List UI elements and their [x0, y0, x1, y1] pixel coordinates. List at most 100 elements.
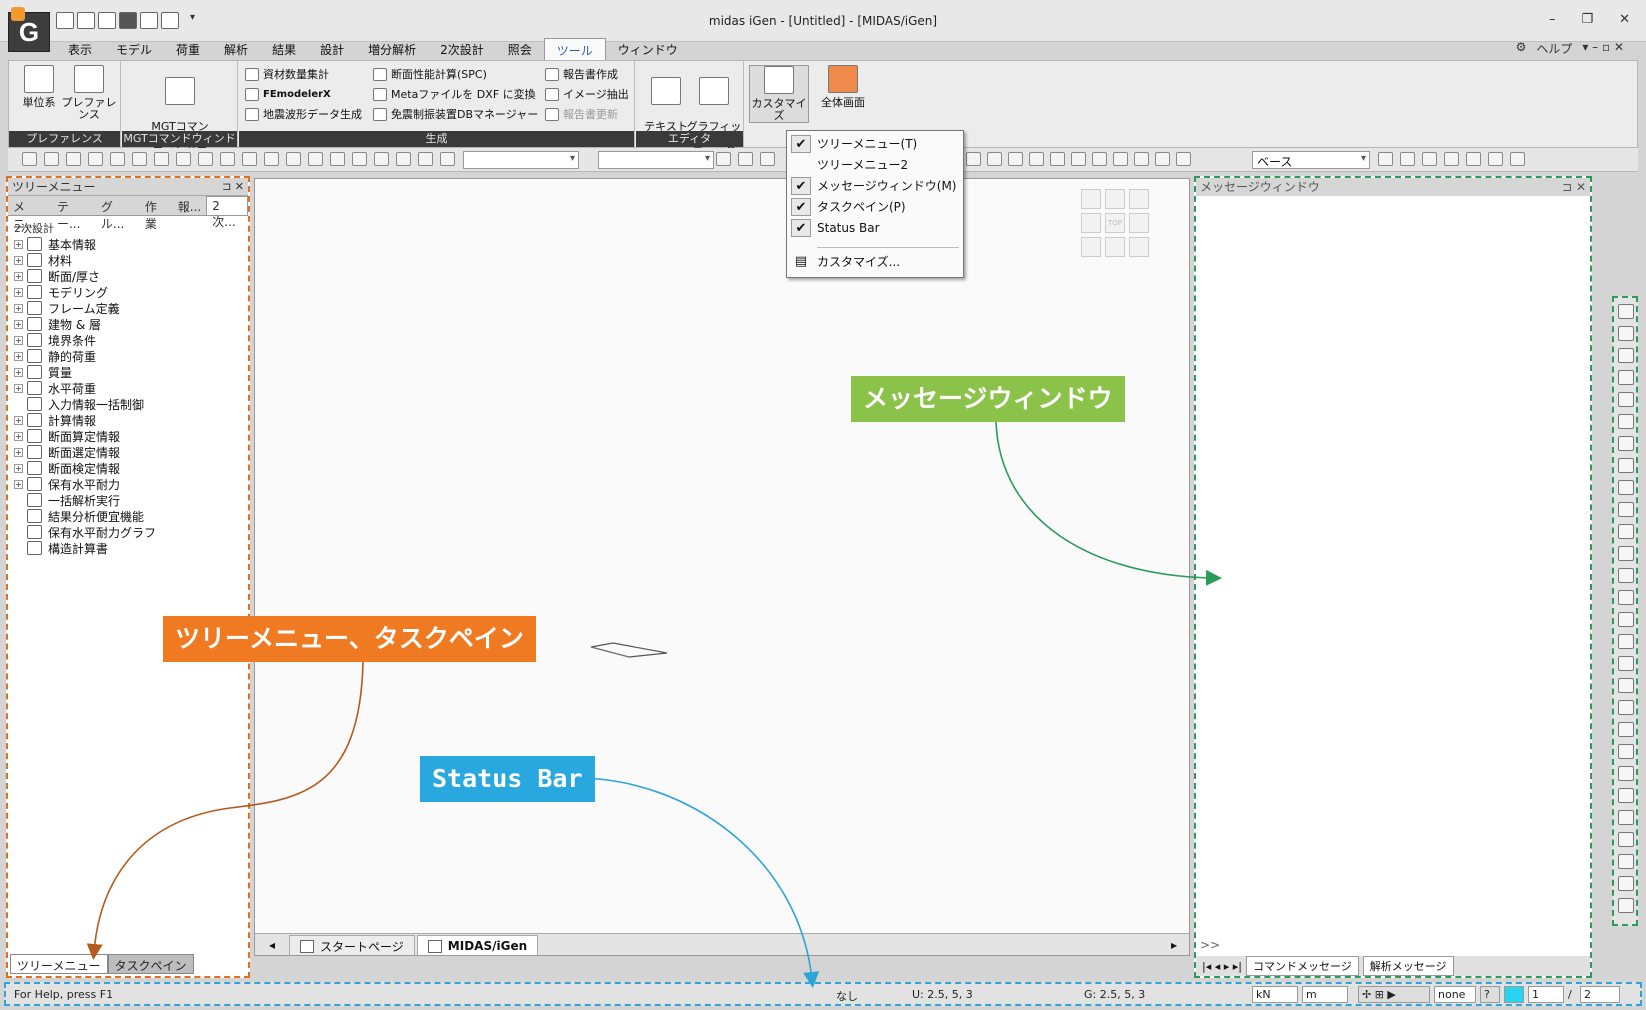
toolbar-tool-icon[interactable]: [1400, 152, 1415, 166]
view-tool-icon[interactable]: [1618, 524, 1634, 539]
tree-item[interactable]: +構造計算書: [14, 540, 248, 556]
customize-menu-item[interactable]: ツリーメニュー2: [789, 154, 961, 175]
view-tool-icon[interactable]: [1618, 612, 1634, 627]
view-tool-icon[interactable]: [1618, 744, 1634, 759]
tree-item[interactable]: +結果分析便宜機能: [14, 508, 248, 524]
menu-tab-4[interactable]: 結果: [260, 38, 308, 60]
toolbar-tool-icon[interactable]: [966, 152, 981, 166]
toolbar-tool-icon[interactable]: [88, 152, 103, 166]
view-cube-edge[interactable]: [1081, 213, 1101, 233]
toolbar-tool-icon[interactable]: [1466, 152, 1481, 166]
tree-item[interactable]: +入力情報一括制御: [14, 396, 248, 412]
view-tool-icon[interactable]: [1618, 414, 1634, 429]
toolbar-tool-icon[interactable]: [198, 152, 213, 166]
menu-tab-1[interactable]: モデル: [104, 38, 164, 60]
toolbar-tool-icon[interactable]: [22, 152, 37, 166]
view-tool-icon[interactable]: [1618, 722, 1634, 737]
expand-icon[interactable]: +: [14, 447, 23, 457]
view-tool-icon[interactable]: [1618, 634, 1634, 649]
toolbar-tool-icon[interactable]: [286, 152, 301, 166]
tab-start-page[interactable]: スタートページ: [289, 934, 415, 955]
view-tool-icon[interactable]: [1618, 436, 1634, 451]
tree-item[interactable]: +一括解析実行: [14, 492, 248, 508]
tree-item[interactable]: + 質量: [14, 364, 248, 380]
toolbar-tool-icon[interactable]: [1155, 152, 1170, 166]
expand-icon[interactable]: +: [14, 271, 23, 281]
view-tool-icon[interactable]: [1618, 502, 1634, 517]
view-cube-corner[interactable]: [1081, 189, 1101, 209]
view-tool-icon[interactable]: [1618, 568, 1634, 583]
tab-nav-icon[interactable]: |◂ ◂ ▸ ▸|: [1202, 960, 1242, 973]
expand-icon[interactable]: +: [14, 415, 23, 425]
toolbar-tool-icon[interactable]: [1444, 152, 1459, 166]
expand-icon[interactable]: +: [14, 255, 23, 265]
customize-menu-item[interactable]: ✔ ツリーメニュー(T): [789, 133, 961, 154]
toolbar-tool-icon[interactable]: [352, 152, 367, 166]
preference-button[interactable]: プレファレンス: [59, 65, 119, 121]
view-tool-icon[interactable]: [1618, 766, 1634, 781]
view-tool-icon[interactable]: [1618, 678, 1634, 693]
view-tool-icon[interactable]: [1618, 546, 1634, 561]
expand-icon[interactable]: +: [14, 383, 23, 393]
tree-item[interactable]: + 保有水平耐力: [14, 476, 248, 492]
force-unit-select[interactable]: kN: [1252, 986, 1298, 1003]
tree-item[interactable]: + 断面算定情報: [14, 428, 248, 444]
view-cube-top[interactable]: TOP: [1105, 213, 1125, 233]
help-dropdown-icon[interactable]: ▾ – ▫ ✕: [1582, 40, 1624, 57]
menu-tab-2[interactable]: 荷重: [164, 38, 212, 60]
menu-tab-10[interactable]: ウィンドウ: [606, 38, 690, 60]
tabs-scroll-right-icon[interactable]: ▸: [1171, 938, 1189, 952]
close-button[interactable]: ✕: [1619, 12, 1630, 27]
toolbar-tool-icon[interactable]: [66, 152, 81, 166]
toolbar-tool-icon[interactable]: [418, 152, 433, 166]
tab-command-message[interactable]: コマンドメッセージ: [1246, 956, 1359, 976]
tree-item[interactable]: + 静的荷重: [14, 348, 248, 364]
toolbar-tool-icon[interactable]: [440, 152, 455, 166]
help-icon[interactable]: ?: [1480, 986, 1500, 1003]
view-tool-icon[interactable]: [1618, 700, 1634, 715]
tree-item[interactable]: + 建物 & 層: [14, 316, 248, 332]
view-cube-edge[interactable]: [1129, 213, 1149, 233]
toolbar-tool-icon[interactable]: [396, 152, 411, 166]
view-cube[interactable]: TOP: [1081, 189, 1149, 257]
meta-to-dxf-button[interactable]: Metaファイルを DXF に変換: [373, 85, 536, 103]
length-unit-select[interactable]: m: [1302, 986, 1348, 1003]
section-property-button[interactable]: 断面性能計算(SPC): [373, 65, 487, 83]
tree-item[interactable]: + 水平荷重: [14, 380, 248, 396]
tree-item[interactable]: + 断面検定情報: [14, 460, 248, 476]
image-extract-button[interactable]: イメージ抽出: [545, 85, 629, 103]
report-create-button[interactable]: 報告書作成: [545, 65, 618, 83]
menu-tab-9[interactable]: ツール: [543, 38, 606, 60]
expand-icon[interactable]: +: [14, 287, 23, 297]
toolbar-tool-icon[interactable]: [1050, 152, 1065, 166]
toolbar-tool-icon[interactable]: [110, 152, 125, 166]
toolbar-tool-icon[interactable]: [220, 152, 235, 166]
tree-item[interactable]: + 計算情報: [14, 412, 248, 428]
toolbar-tool-icon[interactable]: [1008, 152, 1023, 166]
expand-icon[interactable]: +: [14, 335, 23, 345]
tree-item[interactable]: + フレーム定義: [14, 300, 248, 316]
minimize-button[interactable]: –: [1549, 12, 1556, 27]
report-update-button[interactable]: 報告書更新: [545, 105, 618, 123]
customize-button[interactable]: カスタマイズ: [749, 65, 809, 123]
tree-item[interactable]: + モデリング: [14, 284, 248, 300]
toolbar-tool-icon[interactable]: [44, 152, 59, 166]
tab-analysis-message[interactable]: 解析メッセージ: [1362, 956, 1454, 976]
toolbar-tool-icon[interactable]: [264, 152, 279, 166]
view-tool-icon[interactable]: [1618, 458, 1634, 473]
restore-button[interactable]: ❐: [1581, 12, 1593, 27]
view-tool-icon[interactable]: [1618, 810, 1634, 825]
view-tool-icon[interactable]: [1618, 590, 1634, 605]
toolbar-tool-icon[interactable]: [738, 152, 753, 166]
seismic-wave-button[interactable]: 地震波形データ生成: [245, 105, 362, 123]
command-prompt[interactable]: >>: [1200, 938, 1220, 952]
view-tool-icon[interactable]: [1618, 898, 1634, 913]
menu-tab-3[interactable]: 解析: [212, 38, 260, 60]
app-logo-icon[interactable]: G: [8, 7, 50, 52]
toolbar-tool-icon[interactable]: [1134, 152, 1149, 166]
view-cube-corner[interactable]: [1129, 189, 1149, 209]
tree-item[interactable]: + 材料: [14, 252, 248, 268]
view-cube-edge[interactable]: [1105, 189, 1125, 209]
tree-item[interactable]: + 基本情報: [14, 236, 248, 252]
view-tool-icon[interactable]: [1618, 656, 1634, 671]
